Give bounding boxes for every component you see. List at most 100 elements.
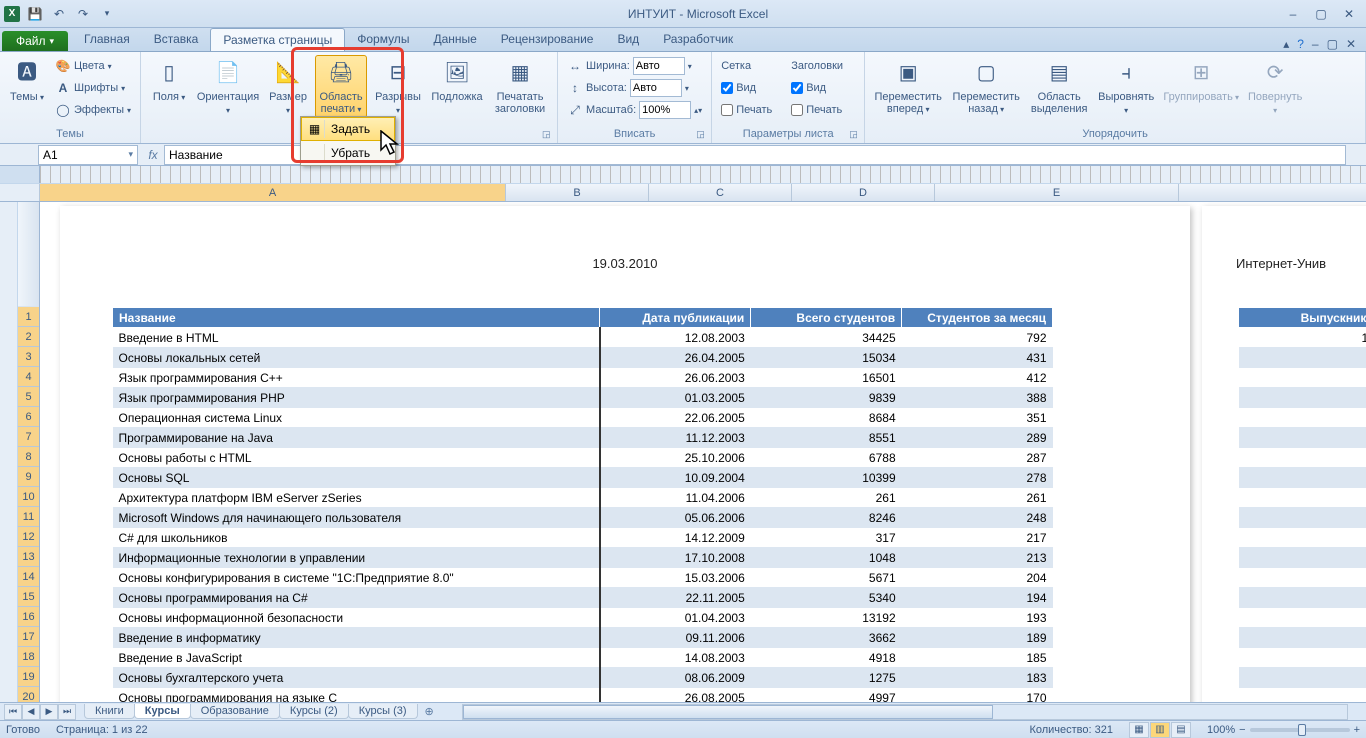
table-row[interactable]: Основы программирования на языке C26.08.… bbox=[113, 688, 1053, 703]
view-page-break-icon[interactable]: ▤ bbox=[1171, 722, 1191, 738]
table-row[interactable]: Введение в информатику09.11.20063662189 bbox=[113, 628, 1053, 648]
rotate-button[interactable]: ⟳Повернуть bbox=[1245, 55, 1305, 119]
table-row[interactable]: Программирование на Java11.12.2003855128… bbox=[113, 428, 1053, 448]
print-area-clear-item[interactable]: Убрать bbox=[301, 141, 395, 165]
sheet-tab-4[interactable]: Курсы (3) bbox=[348, 704, 418, 719]
table-row[interactable]: 26 bbox=[1239, 448, 1366, 468]
margins-button[interactable]: ▯Поля bbox=[147, 55, 191, 106]
save-icon[interactable]: 💾 bbox=[26, 5, 44, 23]
table-header[interactable]: Дата публикации bbox=[600, 308, 751, 328]
row-header-4[interactable]: 4 bbox=[18, 367, 39, 387]
select-all-corner[interactable] bbox=[0, 184, 40, 201]
table-row[interactable]: 16 bbox=[1239, 648, 1366, 668]
print-titles-button[interactable]: ▦Печатать заголовки bbox=[489, 55, 551, 117]
ribbon-tab-7[interactable]: Разработчик bbox=[651, 28, 745, 51]
table-row[interactable]: 14 bbox=[1239, 568, 1366, 588]
headings-view-checkbox[interactable]: Вид bbox=[788, 77, 858, 99]
ribbon-tab-1[interactable]: Вставка bbox=[142, 28, 211, 51]
doc-close-icon[interactable]: ✕ bbox=[1346, 37, 1356, 51]
ribbon-tab-4[interactable]: Данные bbox=[421, 28, 488, 51]
themes-button[interactable]: 🅰 Темы bbox=[6, 55, 48, 106]
bring-forward-button[interactable]: ▣Переместить вперед bbox=[871, 55, 945, 118]
column-header-A[interactable]: A bbox=[40, 184, 506, 201]
align-button[interactable]: ⫞Выровнять bbox=[1095, 55, 1157, 119]
sheet-tab-0[interactable]: Книги bbox=[84, 704, 135, 719]
name-box[interactable]: A1 bbox=[38, 145, 138, 165]
table-row[interactable]: 25 bbox=[1239, 348, 1366, 368]
row-header-17[interactable]: 17 bbox=[18, 627, 39, 647]
undo-icon[interactable]: ↶ bbox=[50, 5, 68, 23]
ribbon-tab-5[interactable]: Рецензирование bbox=[489, 28, 606, 51]
fx-button[interactable]: fx bbox=[142, 148, 164, 162]
row-header-11[interactable]: 11 bbox=[18, 507, 39, 527]
table-header[interactable]: Название bbox=[113, 308, 600, 328]
doc-minimize-icon[interactable]: – bbox=[1312, 37, 1319, 51]
gridlines-print-checkbox[interactable]: Печать bbox=[718, 99, 784, 121]
table-row[interactable]: Microsoft Windows для начинающего пользо… bbox=[113, 508, 1053, 528]
table-header[interactable]: Выпускников bbox=[1239, 308, 1366, 328]
row-header-6[interactable]: 6 bbox=[18, 407, 39, 427]
help-icon[interactable]: ? bbox=[1297, 37, 1304, 51]
theme-effects-button[interactable]: ◯Эффекты ▾ bbox=[52, 99, 134, 121]
qat-more-icon[interactable]: ▾ bbox=[98, 5, 116, 23]
width-select[interactable] bbox=[633, 57, 685, 75]
table-row[interactable]: 127 bbox=[1239, 328, 1366, 348]
worksheet[interactable]: 19.03.2010 Интернет-Унив НазваниеДата пу… bbox=[40, 202, 1366, 702]
horizontal-scrollbar[interactable] bbox=[462, 704, 1348, 720]
table-row[interactable]: Основы бухгалтерского учета08.06.2009127… bbox=[113, 668, 1053, 688]
maximize-button[interactable]: ▢ bbox=[1308, 5, 1334, 23]
row-header-14[interactable]: 14 bbox=[18, 567, 39, 587]
ribbon-tab-2[interactable]: Разметка страницы bbox=[210, 28, 345, 51]
headings-print-checkbox[interactable]: Печать bbox=[788, 99, 858, 121]
row-header-13[interactable]: 13 bbox=[18, 547, 39, 567]
table-row[interactable]: Основы SQL10.09.200410399278 bbox=[113, 468, 1053, 488]
table-row[interactable]: Основы конфигурирования в системе "1С:Пр… bbox=[113, 568, 1053, 588]
table-row[interactable]: Основы работы с HTML25.10.20066788287 bbox=[113, 448, 1053, 468]
page-setup-dialog-icon[interactable]: ◲ bbox=[542, 129, 554, 141]
zoom-value[interactable]: 100% bbox=[1207, 724, 1235, 736]
row-header-9[interactable]: 9 bbox=[18, 467, 39, 487]
table-row[interactable]: 6 bbox=[1239, 628, 1366, 648]
row-header-3[interactable]: 3 bbox=[18, 347, 39, 367]
table-row[interactable]: Язык программирования PHP01.03.200598393… bbox=[113, 388, 1053, 408]
ribbon-tab-3[interactable]: Формулы bbox=[345, 28, 421, 51]
ribbon-tab-0[interactable]: Главная bbox=[72, 28, 142, 51]
table-row[interactable] bbox=[1239, 668, 1366, 688]
row-header-20[interactable]: 20 bbox=[18, 687, 39, 702]
row-header-10[interactable]: 10 bbox=[18, 487, 39, 507]
table-row[interactable]: 8 bbox=[1239, 428, 1366, 448]
group-button[interactable]: ⊞Группировать bbox=[1161, 55, 1241, 106]
sheet-nav-last-icon[interactable]: ⏭ bbox=[58, 704, 76, 720]
zoom-out-icon[interactable]: − bbox=[1239, 724, 1245, 736]
scale-spinner[interactable] bbox=[639, 101, 691, 119]
table-header[interactable]: Всего студентов bbox=[751, 308, 902, 328]
orientation-button[interactable]: 📄Ориентация bbox=[195, 55, 261, 119]
minimize-button[interactable]: – bbox=[1280, 5, 1306, 23]
table-row[interactable]: 6 bbox=[1239, 688, 1366, 703]
print-area-set-item[interactable]: ▦Задать bbox=[301, 117, 395, 141]
row-header-1[interactable]: 1 bbox=[18, 307, 39, 327]
row-header-5[interactable]: 5 bbox=[18, 387, 39, 407]
zoom-slider[interactable] bbox=[1250, 728, 1350, 732]
table-row[interactable]: Архитектура платформ IBM eServer zSeries… bbox=[113, 488, 1053, 508]
view-page-layout-icon[interactable]: ▥ bbox=[1150, 722, 1170, 738]
table-row[interactable]: 12 bbox=[1239, 388, 1366, 408]
sheet-nav-first-icon[interactable]: ⏮ bbox=[4, 704, 22, 720]
table-row[interactable] bbox=[1239, 588, 1366, 608]
column-header-D[interactable]: D bbox=[792, 184, 935, 201]
sheet-opts-dialog-icon[interactable]: ◲ bbox=[849, 129, 861, 141]
zoom-in-icon[interactable]: + bbox=[1354, 724, 1360, 736]
file-tab[interactable]: Файл bbox=[2, 31, 68, 51]
ribbon-tab-6[interactable]: Вид bbox=[605, 28, 651, 51]
row-header-15[interactable]: 15 bbox=[18, 587, 39, 607]
table-row[interactable]: 4 bbox=[1239, 548, 1366, 568]
size-button[interactable]: 📐Размер bbox=[265, 55, 311, 119]
row-header-8[interactable]: 8 bbox=[18, 447, 39, 467]
table-row[interactable]: Язык программирования C++26.06.200316501… bbox=[113, 368, 1053, 388]
doc-restore-icon[interactable]: ▢ bbox=[1327, 37, 1338, 51]
table-row[interactable]: Введение в JavaScript14.08.20034918185 bbox=[113, 648, 1053, 668]
table-row[interactable]: Основы информационной безопасности01.04.… bbox=[113, 608, 1053, 628]
close-button[interactable]: ✕ bbox=[1336, 5, 1362, 23]
data-table[interactable]: НазваниеДата публикацииВсего студентовСт… bbox=[112, 307, 1053, 702]
selection-pane-button[interactable]: ▤Область выделения bbox=[1027, 55, 1091, 117]
